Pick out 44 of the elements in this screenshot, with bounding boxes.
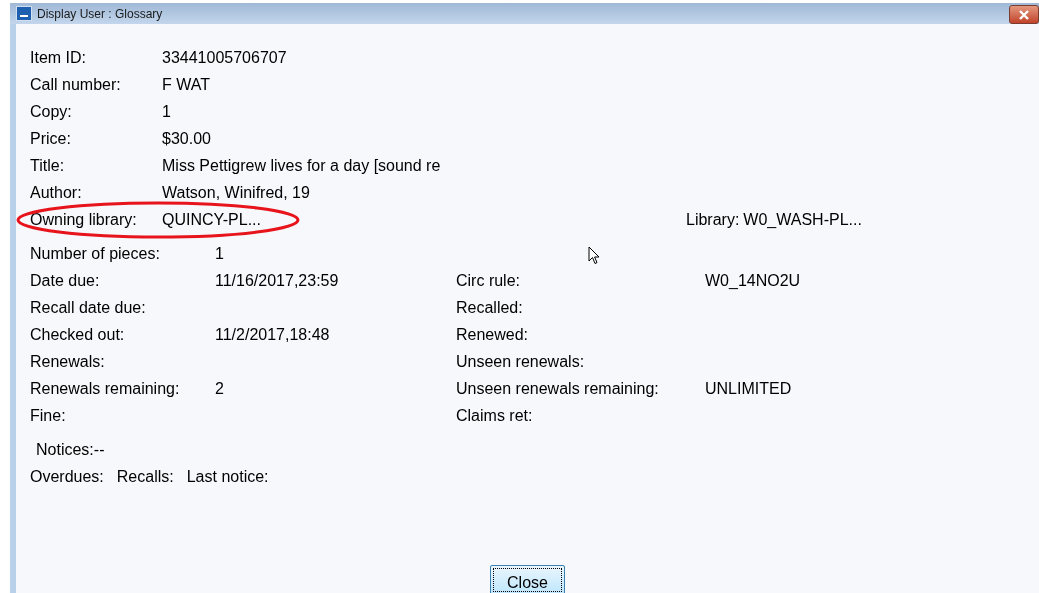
field-label: Overdues:	[30, 467, 104, 487]
field-label: Renewals:	[30, 352, 106, 372]
field-label: Owning library:	[30, 210, 138, 230]
field-label: Renewals remaining:	[30, 379, 181, 399]
close-icon[interactable]	[1009, 5, 1039, 24]
field-value: QUINCY-PL...	[162, 210, 262, 230]
field-value: 33441005706707	[162, 48, 288, 68]
field-value: 2	[215, 379, 225, 399]
field-label: Item ID:	[30, 48, 87, 68]
field-value: 11/2/2017,18:48	[215, 325, 331, 345]
field-label: Circ rule:	[456, 271, 521, 291]
field-value: UNLIMITED	[705, 379, 793, 399]
field-label: Last notice:	[186, 467, 269, 487]
app-icon	[16, 6, 32, 21]
window-title: Display User : Glossary	[37, 6, 164, 21]
field-label: Fine:	[30, 406, 67, 426]
field-label: Author:	[30, 183, 83, 203]
field-label: Number of pieces:	[30, 244, 161, 264]
notices-label: Notices:--	[36, 440, 106, 460]
field-label: Unseen renewals:	[456, 352, 586, 372]
field-label: Recalled:	[456, 298, 524, 318]
field-label: Title:	[30, 156, 66, 176]
close-button[interactable]: Close	[490, 565, 565, 593]
field-value: W0_14NO2U	[705, 271, 801, 291]
field-value: Watson, Winifred, 19	[162, 183, 311, 203]
field-value: 11/16/2017,23:59	[215, 271, 340, 291]
field-value: 1	[162, 102, 172, 122]
field-label: Recall date due:	[30, 298, 147, 318]
field-value: $30.00	[162, 129, 212, 149]
field-label: Date due:	[30, 271, 101, 291]
field-label: Copy:	[30, 102, 73, 122]
field-label: Unseen renewals remaining:	[456, 379, 660, 399]
field-label: Price:	[30, 129, 72, 149]
field-label: Renewed:	[456, 325, 530, 345]
field-label: Checked out:	[30, 325, 126, 345]
field-label: Call number:	[30, 75, 122, 95]
cursor-icon	[588, 246, 600, 265]
field-value: F WAT	[162, 75, 211, 95]
field-label: Claims ret:	[456, 406, 534, 426]
field-value: 1	[215, 244, 225, 264]
field-value: W0_WASH-PL...	[743, 210, 862, 230]
field-label: Recalls:	[116, 467, 174, 487]
field-label: Library:	[686, 210, 740, 230]
field-value: Miss Pettigrew lives for a day [sound re	[162, 156, 441, 176]
